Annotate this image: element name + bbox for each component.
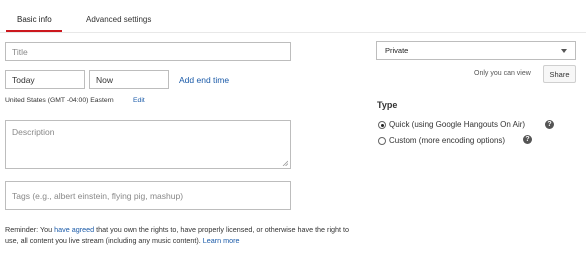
tab-advanced-settings[interactable]: Advanced settings (86, 15, 151, 24)
title-input[interactable]: Title (5, 42, 291, 61)
option-quick-label[interactable]: Quick (using Google Hangouts On Air) (389, 120, 525, 129)
privacy-select[interactable]: Private (376, 41, 576, 60)
add-end-time-link[interactable]: Add end time (179, 75, 229, 85)
date-field[interactable]: Today (5, 70, 85, 89)
learn-more-link[interactable]: Learn more (203, 236, 240, 245)
description-textarea[interactable]: Description (5, 120, 291, 169)
title-placeholder: Title (12, 46, 28, 57)
timezone-text: United States (GMT -04:00) Eastern (5, 97, 114, 104)
visibility-note: Only you can view (474, 70, 531, 77)
resize-grip-icon[interactable] (282, 160, 288, 166)
date-value: Today (12, 74, 35, 85)
type-heading: Type (377, 100, 398, 110)
share-button[interactable]: Share (543, 65, 576, 83)
help-icon[interactable]: ? (523, 135, 532, 144)
option-custom-label[interactable]: Custom (more encoding options) (389, 136, 505, 145)
help-icon[interactable]: ? (545, 120, 554, 129)
time-field[interactable]: Now (89, 70, 169, 89)
tags-placeholder: Tags (e.g., albert einstein, flying pig,… (12, 190, 184, 201)
tags-input[interactable]: Tags (e.g., albert einstein, flying pig,… (5, 181, 291, 210)
radio-quick[interactable] (378, 121, 386, 129)
description-placeholder: Description (12, 127, 55, 137)
radio-custom[interactable] (378, 137, 386, 145)
tabs-divider (0, 32, 586, 33)
tab-basic-info[interactable]: Basic info (17, 15, 52, 24)
reminder-prefix: Reminder: You (5, 225, 55, 234)
reminder-text: Reminder: You have agreed that you own t… (5, 224, 355, 246)
chevron-down-icon (561, 48, 567, 53)
have-agreed-link[interactable]: have agreed (54, 225, 94, 234)
timezone-edit-link[interactable]: Edit (133, 97, 145, 104)
privacy-selected-value: Private (385, 46, 409, 55)
time-value: Now (96, 74, 114, 85)
